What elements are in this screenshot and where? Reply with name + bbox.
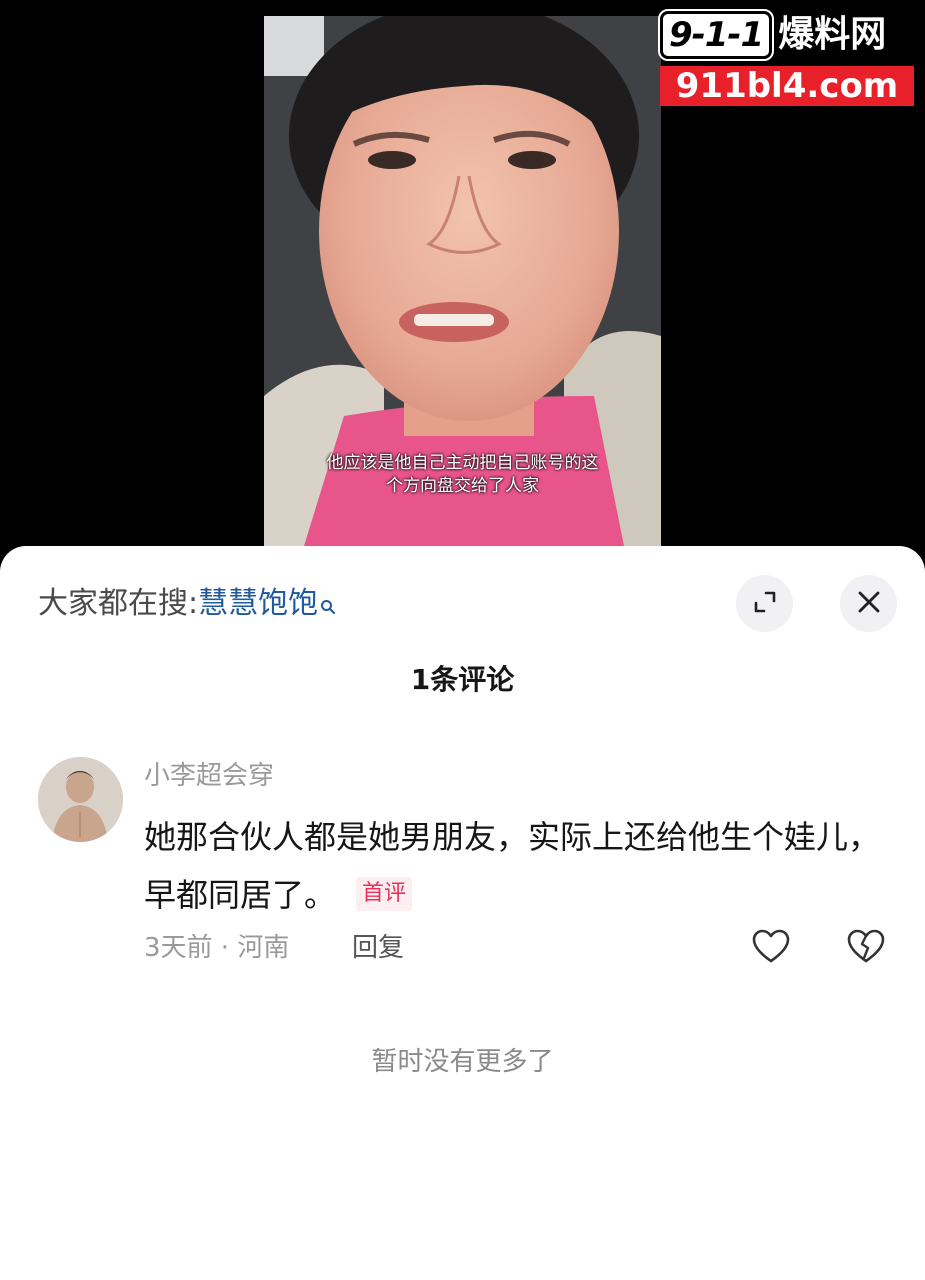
watermark-title: 爆料网 (778, 14, 887, 55)
avatar[interactable] (38, 757, 123, 842)
expand-button[interactable] (736, 575, 793, 632)
comment-sheet: 大家都在搜:慧慧饱饱 1条评论 小李超会穿 她那合伙人都是她男朋友，实际上还给他… (0, 546, 925, 1280)
first-comment-badge: 首评 (356, 877, 413, 911)
watermark-logo: 9-1-1 爆料网 (657, 9, 887, 61)
comment-meta: 3天前 · 河南 (144, 933, 290, 963)
comment-text: 她那合伙人都是她男朋友，实际上还给他生个娃儿，早都同居了。 (144, 818, 881, 914)
end-of-list-text: 暂时没有更多了 (371, 1047, 554, 1077)
heart-icon[interactable] (750, 926, 792, 968)
video-subtitle-line-2: 个方向盘交给了人家 (386, 476, 539, 496)
close-button[interactable] (840, 575, 897, 632)
expand-icon (752, 589, 778, 619)
search-icon (320, 586, 336, 614)
watermark-badge: 9-1-1 (657, 9, 775, 61)
comment-count: 1条评论 (410, 663, 515, 696)
video-frame[interactable]: 他应该是他自己主动把自己账号的这 个方向盘交给了人家 (264, 16, 661, 546)
close-icon (856, 589, 882, 619)
comment-body: 她那合伙人都是她男朋友，实际上还给他生个娃儿，早都同居了。 首评 (144, 808, 884, 924)
watermark-url: 911bl4.com (660, 66, 914, 106)
broken-heart-icon[interactable] (845, 926, 887, 968)
video-subtitle-line-1: 他应该是他自己主动把自己账号的这 (326, 453, 599, 473)
video-player[interactable]: 他应该是他自己主动把自己账号的这 个方向盘交给了人家 9-1-1 爆料网 911… (0, 0, 925, 560)
trending-search-prefix: 大家都在搜: (38, 586, 199, 621)
trending-search[interactable]: 大家都在搜:慧慧饱饱 (38, 584, 336, 624)
trending-search-term[interactable]: 慧慧饱饱 (198, 586, 318, 621)
comment-username[interactable]: 小李超会穿 (144, 758, 274, 794)
reply-button[interactable]: 回复 (352, 928, 404, 968)
